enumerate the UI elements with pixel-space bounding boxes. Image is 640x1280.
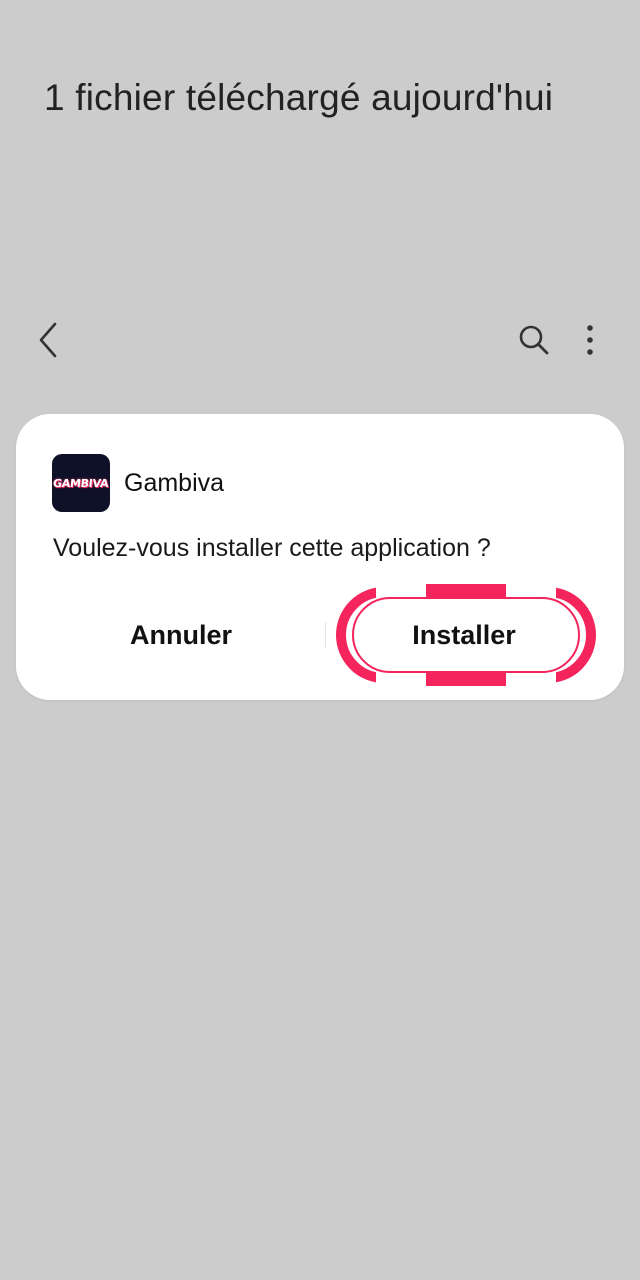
chevron-left-icon: [39, 322, 57, 358]
search-button[interactable]: [514, 320, 554, 360]
page-title: 1 fichier téléchargé aujourd'hui: [44, 77, 554, 118]
app-name: Gambiva: [124, 469, 225, 497]
install-dialog: GAMBIVA Gambiva Voulez-vous installer ce…: [16, 414, 624, 700]
more-vertical-icon: [587, 325, 593, 355]
app-icon: GAMBIVA: [52, 454, 110, 512]
search-icon: [519, 325, 549, 355]
dialog-message: Voulez-vous installer cette application …: [53, 534, 491, 562]
back-button[interactable]: [28, 318, 68, 362]
more-options-button[interactable]: [572, 318, 608, 362]
button-divider: [325, 622, 326, 648]
app-logo-text: GAMBIVA: [52, 476, 110, 490]
install-button[interactable]: Installer: [336, 610, 592, 660]
cancel-button[interactable]: Annuler: [56, 610, 306, 660]
